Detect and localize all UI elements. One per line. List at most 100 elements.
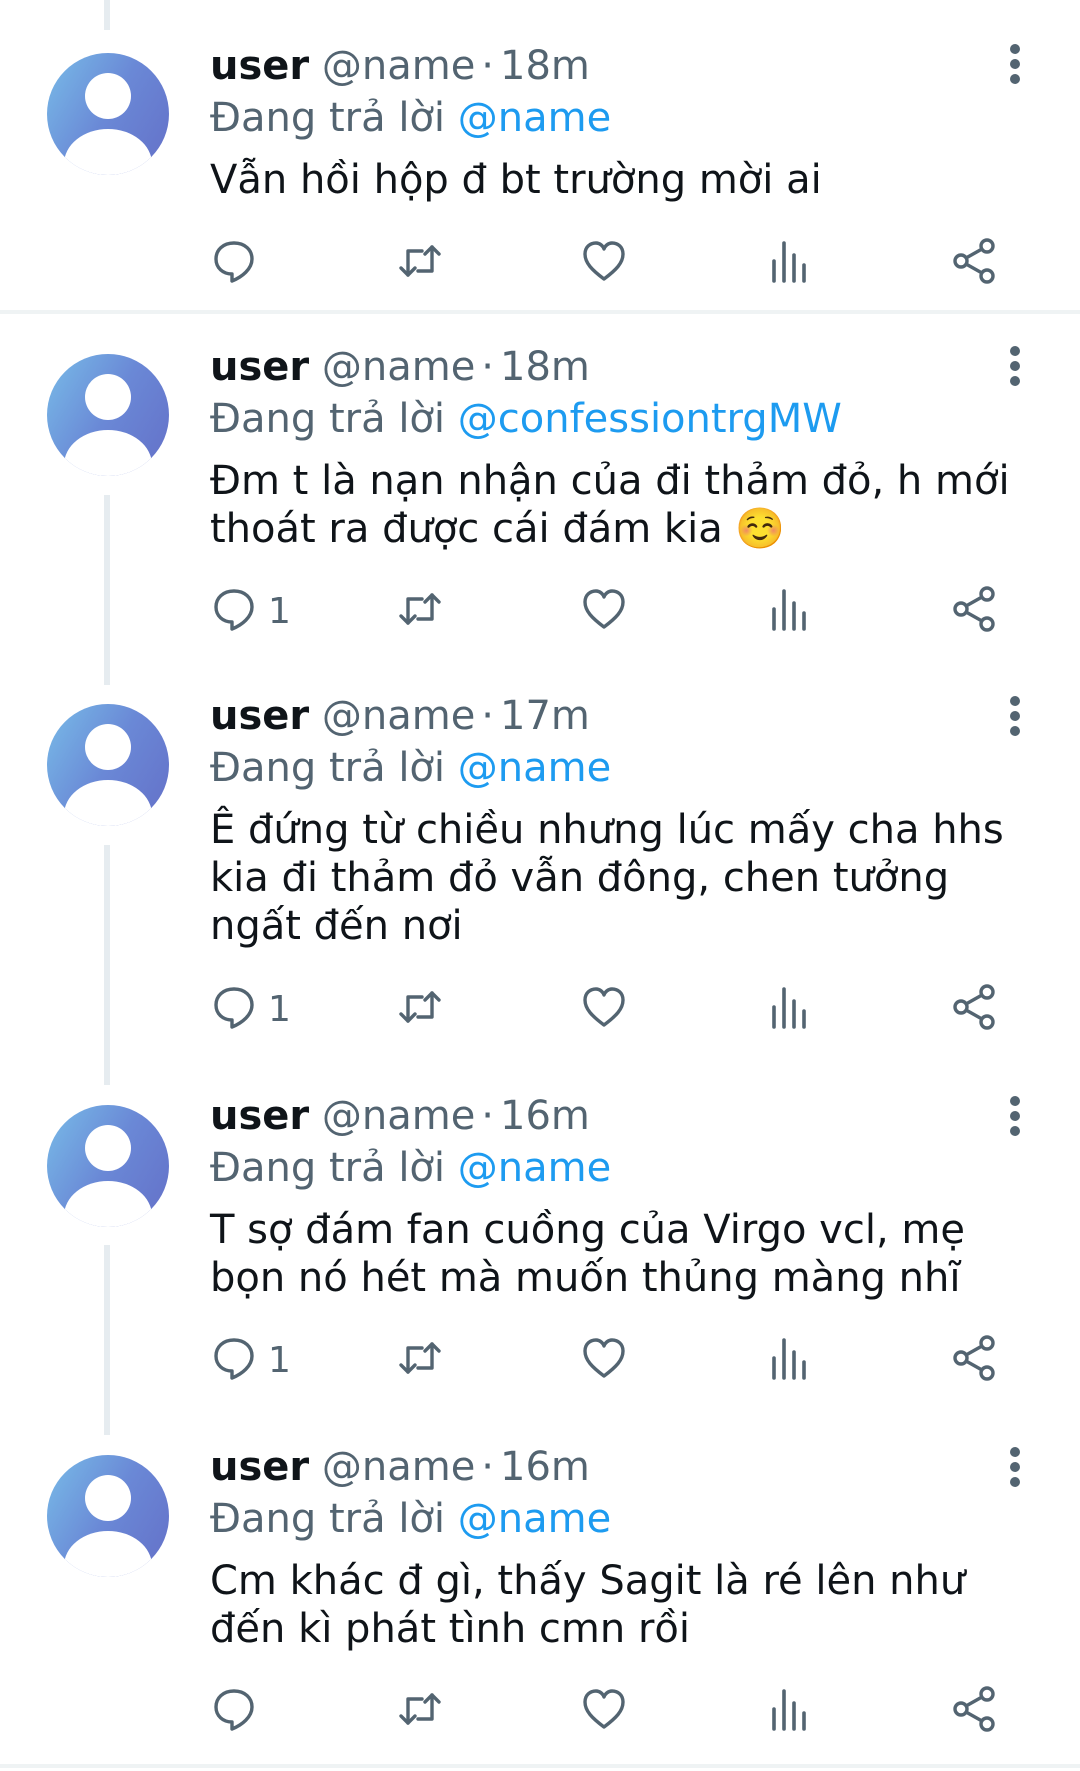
tweet-text: Cm khác đ gì, thấy Sagit là ré lên như đ… xyxy=(210,1558,966,1652)
user-handle[interactable]: @name xyxy=(322,43,475,89)
username[interactable]: user xyxy=(210,1093,309,1139)
speech-bubble-icon xyxy=(210,1685,258,1737)
reply-button[interactable] xyxy=(210,1681,268,1741)
reply-button[interactable]: 1 xyxy=(210,581,291,641)
avatar-body xyxy=(64,780,152,826)
separator-dot: · xyxy=(481,693,495,739)
more-vertical-icon[interactable] xyxy=(1004,44,1028,84)
separator-dot: · xyxy=(481,344,495,390)
username[interactable]: user xyxy=(210,43,309,89)
tweet-text: Ê đứng từ chiều nhưng lúc mấy cha hhs ki… xyxy=(210,807,1004,949)
share-button[interactable] xyxy=(950,979,998,1039)
speech-bubble-icon xyxy=(210,585,258,637)
tweet[interactable]: user @name · 16m Đang trả lời @name T sợ đ… xyxy=(0,1063,1080,1413)
heart-icon xyxy=(580,983,628,1035)
mention-link[interactable]: @name xyxy=(458,745,611,791)
tweet[interactable]: user @name · 17m Đang trả lời @name Ê đứng… xyxy=(0,663,1080,1063)
retweet-icon xyxy=(396,585,444,637)
views-button[interactable] xyxy=(765,1330,813,1390)
user-handle[interactable]: @name xyxy=(322,344,475,390)
replying-to: Đang trả lời @name xyxy=(210,1142,611,1194)
like-button[interactable] xyxy=(580,233,628,293)
username[interactable]: user xyxy=(210,693,309,739)
timestamp[interactable]: 16m xyxy=(500,1444,590,1490)
user-handle[interactable]: @name xyxy=(322,1093,475,1139)
timestamp[interactable]: 17m xyxy=(500,693,590,739)
more-vertical-icon[interactable] xyxy=(1004,1096,1028,1136)
mention-link[interactable]: @name xyxy=(458,95,611,141)
retweet-icon xyxy=(396,237,444,289)
share-icon xyxy=(950,237,998,289)
avatar-body xyxy=(64,129,152,175)
reply-count: 1 xyxy=(268,988,291,1030)
share-button[interactable] xyxy=(950,1681,998,1741)
like-button[interactable] xyxy=(580,979,628,1039)
share-button[interactable] xyxy=(950,581,998,641)
replying-to-label: Đang trả lời xyxy=(210,745,446,791)
replying-to-label: Đang trả lời xyxy=(210,1145,446,1191)
reply-count: 1 xyxy=(268,590,291,632)
action-bar: 1 xyxy=(0,1330,1080,1390)
views-button[interactable] xyxy=(765,979,813,1039)
tweet-header: user @name · 18m xyxy=(210,40,590,92)
avatar-head xyxy=(85,724,131,770)
reply-button[interactable] xyxy=(210,233,268,293)
views-button[interactable] xyxy=(765,233,813,293)
replying-to: Đang trả lời @name xyxy=(210,742,611,794)
retweet-button[interactable] xyxy=(396,1330,444,1390)
like-button[interactable] xyxy=(580,1330,628,1390)
retweet-button[interactable] xyxy=(396,581,444,641)
tweet[interactable]: user @name · 16m Đang trả lời @name Cm khá… xyxy=(0,1414,1080,1766)
avatar-head xyxy=(85,73,131,119)
action-bar: 1 xyxy=(0,581,1080,641)
avatar-body xyxy=(64,1531,152,1577)
retweet-button[interactable] xyxy=(396,233,444,293)
user-handle[interactable]: @name xyxy=(322,693,475,739)
avatar[interactable] xyxy=(47,704,169,826)
share-button[interactable] xyxy=(950,233,998,293)
tweet-text: Vẫn hồi hộp đ bt trường mời ai xyxy=(210,157,822,203)
avatar[interactable] xyxy=(47,53,169,175)
reply-button[interactable]: 1 xyxy=(210,979,291,1039)
action-bar xyxy=(0,233,1080,293)
tweet-header: user @name · 16m xyxy=(210,1441,590,1493)
tweet[interactable]: user @name · 18m Đang trả lời @confessiont… xyxy=(0,314,1080,662)
action-bar: 1 xyxy=(0,979,1080,1039)
user-handle[interactable]: @name xyxy=(322,1444,475,1490)
share-button[interactable] xyxy=(950,1330,998,1390)
mention-link[interactable]: @confessiontrgMW xyxy=(458,396,842,442)
username[interactable]: user xyxy=(210,1444,309,1490)
replying-to: Đang trả lời @name xyxy=(210,1493,611,1545)
bar-chart-icon xyxy=(765,983,813,1035)
more-vertical-icon[interactable] xyxy=(1004,346,1028,386)
avatar[interactable] xyxy=(47,354,169,476)
action-bar xyxy=(0,1681,1080,1741)
retweet-button[interactable] xyxy=(396,979,444,1039)
mention-link[interactable]: @name xyxy=(458,1145,611,1191)
divider xyxy=(0,1764,1080,1768)
tweet[interactable]: user @name · 18m Đang trả lời @name Vẫn hồ… xyxy=(0,0,1080,312)
avatar[interactable] xyxy=(47,1105,169,1227)
views-button[interactable] xyxy=(765,1681,813,1741)
more-vertical-icon[interactable] xyxy=(1004,1447,1028,1487)
tweet-text: T sợ đám fan cuồng của Virgo vcl, mẹ bọn… xyxy=(210,1207,965,1301)
mention-link[interactable]: @name xyxy=(458,1496,611,1542)
views-button[interactable] xyxy=(765,581,813,641)
timestamp[interactable]: 16m xyxy=(500,1093,590,1139)
like-button[interactable] xyxy=(580,581,628,641)
tweet-header: user @name · 16m xyxy=(210,1090,590,1142)
like-button[interactable] xyxy=(580,1681,628,1741)
share-icon xyxy=(950,1685,998,1737)
share-icon xyxy=(950,983,998,1035)
timestamp[interactable]: 18m xyxy=(500,344,590,390)
avatar-head xyxy=(85,1125,131,1171)
more-vertical-icon[interactable] xyxy=(1004,696,1028,736)
replying-to-label: Đang trả lời xyxy=(210,1496,446,1542)
tweet-header: user @name · 17m xyxy=(210,690,590,742)
heart-icon xyxy=(580,1685,628,1737)
reply-button[interactable]: 1 xyxy=(210,1330,291,1390)
avatar[interactable] xyxy=(47,1455,169,1577)
timestamp[interactable]: 18m xyxy=(500,43,590,89)
retweet-button[interactable] xyxy=(396,1681,444,1741)
username[interactable]: user xyxy=(210,344,309,390)
